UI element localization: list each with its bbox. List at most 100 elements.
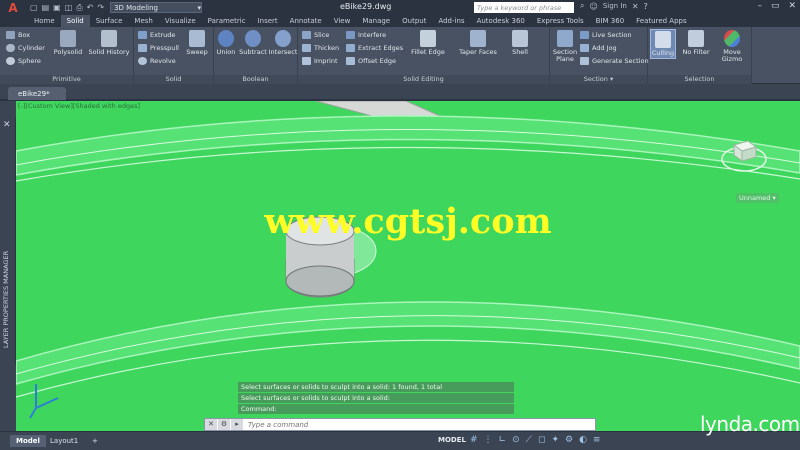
brand-watermark: lynda.com bbox=[700, 412, 800, 436]
shell-button[interactable]: Shell bbox=[506, 30, 534, 56]
imprint-icon bbox=[302, 57, 311, 65]
tab-manage[interactable]: Manage bbox=[356, 15, 396, 27]
saveas-icon[interactable]: ◫ bbox=[65, 3, 73, 13]
snap-icon[interactable]: ⋮ bbox=[484, 435, 493, 445]
panel-title-section[interactable]: Section ▾ bbox=[550, 75, 647, 84]
recent-commands-icon[interactable]: ▸ bbox=[231, 419, 243, 430]
help-icon[interactable]: ? bbox=[644, 2, 648, 11]
live-section-button[interactable]: Live Section bbox=[580, 31, 632, 39]
imprint-button[interactable]: Imprint bbox=[302, 57, 338, 65]
viewcube[interactable] bbox=[718, 131, 770, 179]
revolve-button[interactable]: Revolve bbox=[138, 57, 176, 65]
sphere-icon bbox=[6, 57, 15, 65]
extrude-button[interactable]: Extrude bbox=[138, 31, 175, 39]
tab-mesh[interactable]: Mesh bbox=[128, 15, 158, 27]
workspace-icon[interactable]: ⚙ bbox=[565, 435, 573, 445]
quick-access-toolbar: ▢ ▤ ▣ ◫ ⎙ ↶ ↷ bbox=[30, 3, 104, 13]
offset-edge-icon bbox=[346, 57, 355, 65]
ortho-icon[interactable]: ∟ bbox=[499, 435, 507, 445]
offset-edge-button[interactable]: Offset Edge bbox=[346, 57, 396, 65]
polar-icon[interactable]: ⊙ bbox=[512, 435, 520, 445]
workspace-select[interactable]: 3D Modeling ▾ bbox=[110, 2, 203, 13]
model-space-indicator[interactable]: MODEL bbox=[438, 436, 466, 444]
open-icon[interactable]: ▤ bbox=[42, 3, 50, 13]
interfere-button[interactable]: Interfere bbox=[346, 31, 386, 39]
fillet-edge-button[interactable]: Fillet Edge bbox=[408, 30, 448, 56]
osnap-icon[interactable]: ◻ bbox=[538, 435, 545, 445]
sign-in-link[interactable]: Sign In bbox=[603, 2, 627, 10]
presspull-button[interactable]: Presspull bbox=[138, 44, 179, 52]
revolve-icon bbox=[138, 57, 147, 65]
move-gizmo-button[interactable]: Move Gizmo bbox=[716, 30, 748, 63]
new-icon[interactable]: ▢ bbox=[30, 3, 38, 13]
save-icon[interactable]: ▣ bbox=[53, 3, 61, 13]
panel-primitive: Box Cylinder Sphere Polysolid Solid Hist… bbox=[0, 27, 134, 84]
sphere-button[interactable]: Sphere bbox=[6, 57, 41, 65]
slice-icon bbox=[302, 31, 311, 39]
maximize-icon[interactable]: ▭ bbox=[771, 1, 780, 11]
command-input[interactable] bbox=[248, 419, 548, 430]
tab-home[interactable]: Home bbox=[28, 15, 61, 27]
viewport-controls-label[interactable]: [-][Custom View][Shaded with edges] bbox=[18, 102, 140, 110]
search-icon[interactable]: ⌕ bbox=[580, 1, 584, 11]
generate-section-button[interactable]: Generate Section bbox=[580, 57, 649, 65]
redo-icon[interactable]: ↷ bbox=[97, 3, 104, 13]
generate-section-icon bbox=[580, 57, 589, 65]
undo-icon[interactable]: ↶ bbox=[87, 3, 94, 13]
presspull-icon bbox=[138, 44, 147, 52]
minimize-icon[interactable]: – bbox=[757, 1, 762, 11]
command-line: ✕ ⚙ ▸ bbox=[204, 418, 596, 431]
tab-featured-apps[interactable]: Featured Apps bbox=[630, 15, 692, 27]
tab-output[interactable]: Output bbox=[396, 15, 432, 27]
wcs-dropdown[interactable]: Unnamed ▾ bbox=[736, 193, 779, 203]
wrench-icon[interactable]: ⚙ bbox=[218, 419, 230, 430]
grid-icon[interactable]: # bbox=[470, 435, 478, 445]
annotation-icon[interactable]: ✦ bbox=[551, 435, 559, 445]
tab-visualize[interactable]: Visualize bbox=[159, 15, 202, 27]
section-plane-button[interactable]: Section Plane bbox=[552, 30, 578, 63]
tab-insert[interactable]: Insert bbox=[252, 15, 284, 27]
extract-edges-button[interactable]: Extract Edges bbox=[346, 44, 403, 52]
tab-add-ins[interactable]: Add-ins bbox=[432, 15, 470, 27]
search-input[interactable]: Type a keyword or phrase bbox=[474, 2, 574, 13]
cylinder-button[interactable]: Cylinder bbox=[6, 44, 45, 52]
subtract-button[interactable]: Subtract bbox=[238, 30, 268, 56]
thicken-button[interactable]: Thicken bbox=[302, 44, 339, 52]
box-icon bbox=[6, 31, 15, 39]
tab-express-tools[interactable]: Express Tools bbox=[531, 15, 590, 27]
solid-history-button[interactable]: Solid History bbox=[88, 30, 130, 56]
tab-view[interactable]: View bbox=[328, 15, 357, 27]
add-layout-button[interactable]: + bbox=[86, 435, 104, 447]
isodraft-icon[interactable]: ⟋ bbox=[526, 435, 532, 445]
layout-tab-layout1[interactable]: Layout1 bbox=[44, 435, 84, 447]
layer-properties-palette[interactable]: ✕ LAYER PROPERTIES MANAGER bbox=[0, 118, 16, 365]
plot-icon[interactable]: ⎙ bbox=[76, 3, 82, 13]
polysolid-button[interactable]: Polysolid bbox=[52, 30, 84, 56]
union-button[interactable]: Union bbox=[216, 30, 236, 56]
layout-tab-model[interactable]: Model bbox=[10, 435, 46, 447]
intersect-button[interactable]: Intersect bbox=[268, 30, 298, 56]
status-bar: Model Layout1 + MODEL # ⋮ ∟ ⊙ ⟋ ◻ ✦ ⚙ ◐ … bbox=[0, 431, 800, 450]
tab-solid[interactable]: Solid bbox=[60, 15, 90, 27]
add-jog-button[interactable]: Add Jog bbox=[580, 44, 617, 52]
customize-icon[interactable]: ≡ bbox=[593, 435, 601, 445]
no-filter-button[interactable]: No Filter bbox=[680, 30, 712, 56]
tab-parametric[interactable]: Parametric bbox=[202, 15, 252, 27]
sweep-button[interactable]: Sweep bbox=[184, 30, 210, 56]
command-history-line: Select surfaces or solids to sculpt into… bbox=[238, 393, 514, 403]
user-icon[interactable]: ☺ bbox=[589, 2, 597, 11]
tab-bim-360[interactable]: BIM 360 bbox=[590, 15, 631, 27]
close-icon[interactable]: ✕ bbox=[205, 419, 217, 430]
tab-autodesk-360[interactable]: Autodesk 360 bbox=[471, 15, 531, 27]
tab-annotate[interactable]: Annotate bbox=[284, 15, 328, 27]
isolate-icon[interactable]: ◐ bbox=[579, 435, 587, 445]
box-button[interactable]: Box bbox=[6, 31, 30, 39]
slice-button[interactable]: Slice bbox=[302, 31, 329, 39]
exchange-icon[interactable]: ✕ bbox=[632, 2, 639, 11]
culling-button[interactable]: Culling bbox=[650, 29, 676, 59]
tab-surface[interactable]: Surface bbox=[90, 15, 129, 27]
file-tab-ebike29[interactable]: eBike29* bbox=[8, 87, 66, 100]
application-menu-button[interactable]: A bbox=[0, 0, 26, 15]
close-icon[interactable]: ✕ bbox=[788, 1, 796, 11]
taper-faces-button[interactable]: Taper Faces bbox=[456, 30, 500, 56]
